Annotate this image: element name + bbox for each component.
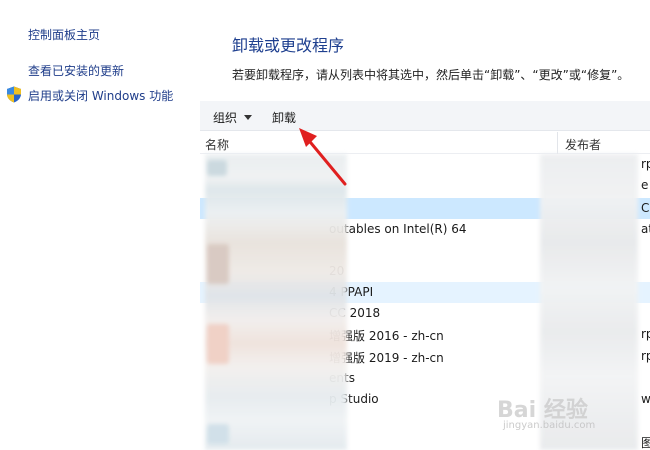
program-publisher: C [641, 201, 650, 215]
annotation-arrow-icon [299, 128, 347, 186]
program-publisher: wa [641, 392, 650, 406]
column-header-publisher[interactable]: 发布者 [565, 136, 601, 153]
windows-features-link[interactable]: 启用或关闭 Windows 功能 [28, 87, 173, 104]
program-name: outables on Intel(R) 64 [329, 222, 467, 236]
control-panel-home-link[interactable]: 控制面板主页 [28, 26, 100, 43]
program-publisher: rp [641, 157, 650, 171]
page-title: 卸载或更改程序 [232, 36, 345, 55]
blurred-region [205, 154, 347, 450]
command-bar: 组织 卸载 [200, 101, 650, 131]
sidebar: 控制面板主页 查看已安装的更新 启用或关闭 Windows 功能 [0, 0, 200, 450]
column-header-name[interactable]: 名称 [205, 136, 229, 153]
program-publisher: 图 [641, 436, 650, 450]
program-publisher: rp [641, 349, 650, 363]
list-header: 名称 发布者 [200, 132, 650, 154]
program-publisher: e [641, 178, 649, 192]
watermark: Bai 经验 jingyan.baidu.com [497, 392, 637, 442]
view-installed-updates-link[interactable]: 查看已安装的更新 [28, 62, 124, 79]
blurred-app-icon [207, 244, 229, 284]
program-publisher: ati [641, 222, 650, 236]
watermark-url: jingyan.baidu.com [503, 420, 596, 431]
chevron-down-icon[interactable] [244, 115, 252, 120]
organize-button[interactable]: 组织 [213, 109, 237, 126]
page-description: 若要卸载程序，请从列表中将其选中，然后单击“卸载”、“更改”或“修复”。 [232, 68, 630, 82]
blurred-app-icon [207, 160, 227, 176]
blurred-app-icon [207, 424, 229, 444]
column-divider[interactable] [557, 132, 558, 154]
uac-shield-icon [7, 86, 21, 103]
program-publisher: rp [641, 327, 650, 341]
blurred-app-icon [207, 324, 229, 364]
